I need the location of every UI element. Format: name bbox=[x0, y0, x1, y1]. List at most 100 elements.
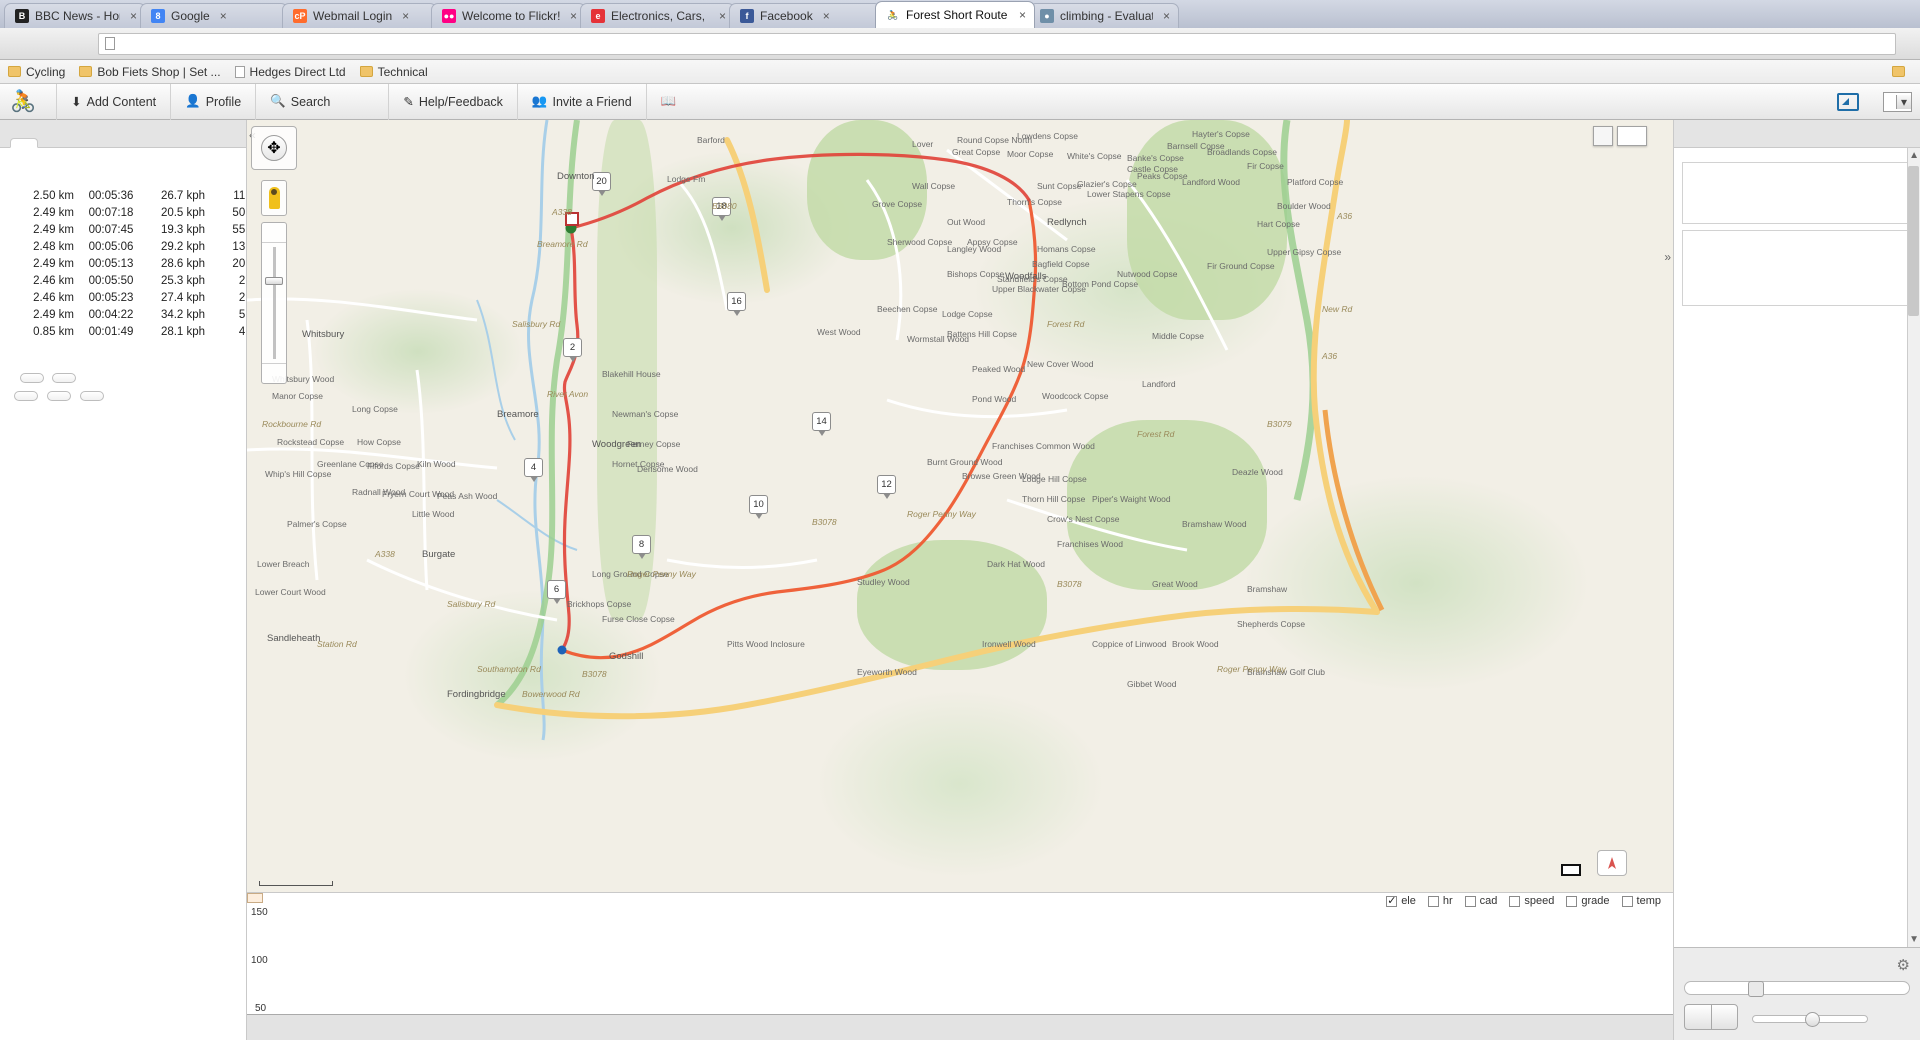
app-header: 🚴 ⬇ Add Content 👤 Profile 🔍 Search ✎ Hel… bbox=[0, 83, 1920, 120]
main-content: 2.50 km 00:05:36 26.7 kph 11 m 2.49 km 0… bbox=[0, 120, 1920, 1040]
split-10km-button[interactable] bbox=[52, 373, 76, 383]
playback-scrubber-knob[interactable] bbox=[1747, 981, 1764, 997]
bike-paths-button[interactable] bbox=[1593, 126, 1613, 146]
street-view-pegman[interactable] bbox=[261, 180, 287, 216]
window-close-button[interactable] bbox=[1890, 2, 1916, 20]
zoom-slider-track[interactable] bbox=[262, 243, 286, 363]
bookmark-item[interactable]: Technical bbox=[359, 65, 428, 79]
distance-marker[interactable]: 6 bbox=[547, 580, 566, 604]
bookmark-item[interactable]: Hedges Direct Ltd bbox=[234, 65, 346, 79]
browser-tab-title: Welcome to Flickr! bbox=[462, 9, 560, 23]
zoom-slider-knob[interactable] bbox=[265, 277, 283, 285]
tab-close-icon[interactable]: × bbox=[220, 9, 227, 23]
checkbox-cad[interactable] bbox=[1464, 895, 1476, 907]
map-canvas[interactable]: 20 18 16 14 12 10 8 6 4 2 Downton Redlync… bbox=[247, 120, 1673, 892]
compass-icon[interactable] bbox=[1597, 850, 1627, 876]
distance-marker[interactable]: 12 bbox=[877, 475, 896, 499]
fullscreen-icon[interactable] bbox=[1836, 92, 1859, 111]
stop-button[interactable] bbox=[1711, 1005, 1737, 1029]
tab-segments[interactable] bbox=[10, 138, 38, 148]
lap-row: 2.48 km 00:05:06 29.2 kph 13 m bbox=[12, 239, 258, 256]
address-bar[interactable] bbox=[98, 32, 1896, 55]
collapse-right-icon[interactable]: » bbox=[1664, 250, 1671, 264]
browser-tab[interactable]: 8 Google × bbox=[140, 3, 288, 28]
split-10min-button[interactable] bbox=[47, 391, 71, 401]
tab-close-icon[interactable]: × bbox=[823, 9, 830, 23]
window-minimize-button[interactable] bbox=[1834, 2, 1860, 20]
nav-add-content[interactable]: ⬇ Add Content bbox=[56, 83, 170, 120]
metrics-scrollbar[interactable]: ▲ ▼ bbox=[1907, 148, 1920, 947]
scroll-up-icon[interactable]: ▲ bbox=[1909, 150, 1919, 161]
playback-speed-knob[interactable] bbox=[1805, 1011, 1821, 1027]
pan-circle[interactable]: ✥ bbox=[261, 135, 287, 161]
browser-tab[interactable]: e Electronics, Cars, Fashion, × bbox=[580, 3, 735, 28]
browser-tab[interactable]: ● climbing - Evaluate hill gr × bbox=[1029, 3, 1179, 28]
browser-tab[interactable]: f Facebook × bbox=[729, 3, 881, 28]
bookmark-item[interactable]: Bob Fiets Shop | Set ... bbox=[79, 65, 221, 79]
checkbox-hr[interactable] bbox=[1427, 895, 1439, 907]
scroll-down-icon[interactable]: ▼ bbox=[1909, 934, 1919, 945]
map-road-label: A36 bbox=[1322, 351, 1338, 361]
legend-temp[interactable]: temp bbox=[1621, 895, 1661, 907]
nav-search[interactable]: 🔍 Search bbox=[255, 83, 344, 120]
forward-icon[interactable] bbox=[38, 33, 60, 55]
reload-icon[interactable] bbox=[68, 33, 90, 55]
distance-marker[interactable]: 14 bbox=[812, 412, 831, 436]
split-15min-button[interactable] bbox=[80, 391, 104, 401]
tab-close-icon[interactable]: × bbox=[1163, 9, 1170, 23]
gear-icon[interactable]: ⚙ bbox=[1897, 956, 1910, 974]
units-select[interactable]: ▾ bbox=[1882, 91, 1912, 112]
tab-close-icon[interactable]: × bbox=[130, 9, 137, 23]
window-maximize-button[interactable] bbox=[1862, 2, 1888, 20]
checkbox-temp[interactable] bbox=[1621, 895, 1633, 907]
browser-tab[interactable]: B BBC News - Home × bbox=[4, 3, 146, 28]
other-bookmarks-button[interactable] bbox=[1892, 66, 1910, 77]
map-type-button[interactable] bbox=[1617, 126, 1647, 146]
browser-tab[interactable]: ●● Welcome to Flickr! × bbox=[431, 3, 586, 28]
distance-marker[interactable]: 4 bbox=[524, 458, 543, 482]
map-place-label: Crow's Nest Copse bbox=[1047, 514, 1120, 524]
metrics-body[interactable]: ▲ ▼ bbox=[1674, 148, 1920, 947]
tab-close-icon[interactable]: × bbox=[719, 9, 726, 23]
legend-hr[interactable]: hr bbox=[1427, 895, 1453, 907]
nav-help-feedback[interactable]: ✎ Help/Feedback bbox=[388, 83, 517, 120]
distance-marker[interactable]: 10 bbox=[749, 495, 768, 519]
nav-book[interactable]: 📖 bbox=[645, 83, 696, 120]
elevation-chart[interactable]: ele hr cad speed grade temp 150 100 50 bbox=[247, 892, 1673, 1040]
metrics-scroll-thumb[interactable] bbox=[1908, 166, 1919, 316]
checkbox-ele[interactable] bbox=[1386, 894, 1398, 907]
tab-close-icon[interactable]: × bbox=[1019, 8, 1026, 22]
zoom-in-button[interactable] bbox=[262, 223, 286, 243]
split-5km-button[interactable] bbox=[20, 373, 44, 383]
bookmark-item[interactable]: Cycling bbox=[8, 65, 65, 79]
zoom-out-button[interactable] bbox=[262, 363, 286, 383]
chevron-down-icon[interactable]: ▾ bbox=[1895, 94, 1911, 109]
lap-speed: 25.3 kph bbox=[160, 275, 206, 287]
split-5min-button[interactable] bbox=[14, 391, 38, 401]
legend-ele[interactable]: ele bbox=[1386, 894, 1416, 907]
pan-control[interactable]: ✥ bbox=[251, 126, 297, 170]
back-icon[interactable] bbox=[8, 33, 30, 55]
browser-tab[interactable]: cP Webmail Login × bbox=[282, 3, 437, 28]
nav-invite-a-friend[interactable]: 👥 Invite a Friend bbox=[516, 83, 646, 120]
legend-cad[interactable]: cad bbox=[1464, 895, 1497, 907]
ridewithgps-logo[interactable]: 🚴 bbox=[0, 84, 56, 120]
playback-scrubber[interactable] bbox=[1684, 981, 1910, 997]
playback-panel: ⚙ bbox=[1674, 947, 1920, 1040]
legend-speed[interactable]: speed bbox=[1509, 895, 1554, 907]
checkbox-speed[interactable] bbox=[1509, 895, 1521, 907]
distance-marker[interactable]: 2 bbox=[563, 338, 582, 362]
playback-speed-slider[interactable] bbox=[1752, 1011, 1868, 1027]
browser-tab-active[interactable]: 🚴 Forest Short Route - Down × bbox=[875, 1, 1035, 28]
distance-marker[interactable]: 20 bbox=[592, 172, 611, 196]
tab-close-icon[interactable]: × bbox=[570, 9, 577, 23]
tab-close-icon[interactable]: × bbox=[402, 9, 409, 23]
distance-marker[interactable]: 8 bbox=[632, 535, 651, 559]
legend-grade[interactable]: grade bbox=[1566, 895, 1610, 907]
folder-icon bbox=[359, 66, 373, 77]
map-place-label: Godshill bbox=[609, 651, 644, 662]
distance-marker[interactable]: 16 bbox=[727, 292, 746, 316]
checkbox-grade[interactable] bbox=[1566, 895, 1578, 907]
play-button[interactable] bbox=[1685, 1005, 1711, 1029]
nav-profile[interactable]: 👤 Profile bbox=[170, 83, 255, 120]
